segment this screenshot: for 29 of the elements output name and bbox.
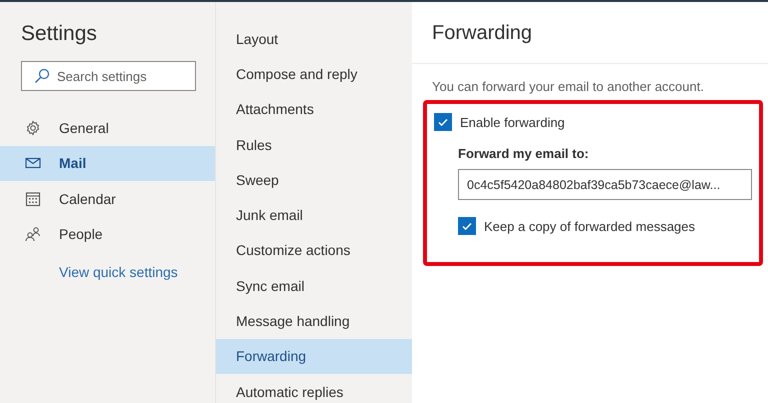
settings-title: Settings <box>20 22 98 47</box>
gear-icon <box>25 120 41 136</box>
nav-item[interactable]: Calendar <box>0 181 215 216</box>
submenu-item[interactable]: Compose and reply <box>216 56 412 92</box>
checkbox-label: Keep a copy of forwarded messages <box>484 218 696 234</box>
panel-title: Forwarding <box>432 22 532 44</box>
calendar-icon <box>25 190 41 207</box>
submenu-item[interactable]: Message handling <box>216 303 412 339</box>
submenu-item[interactable]: Sweep <box>216 162 412 198</box>
description-text: You can forward your email to another account. <box>431 79 705 94</box>
search-field[interactable]: Search settings <box>21 61 196 91</box>
submenu-item[interactable]: Automatic replies <box>216 374 412 403</box>
submenu-item[interactable]: Customize actions <box>216 232 412 268</box>
checkbox[interactable] <box>458 217 476 235</box>
submenu-item[interactable]: Forwarding <box>216 338 412 374</box>
quick-settings-link[interactable]: View quick settings <box>59 264 215 280</box>
email-input[interactable]: 0c4c5f5420a84802baf39ca5b73caece@law... <box>458 169 752 200</box>
submenu-item[interactable]: Attachments <box>216 92 412 127</box>
submenu-item[interactable]: Sync email <box>216 268 412 304</box>
submenu-item[interactable]: Rules <box>216 126 412 162</box>
nav-item[interactable]: Mail <box>0 146 215 181</box>
checkbox[interactable] <box>434 113 452 131</box>
field-label: Forward my email to: <box>458 146 590 161</box>
nav-item[interactable]: People <box>0 216 215 252</box>
nav-item[interactable]: General <box>0 110 215 146</box>
submenu-item[interactable]: Layout <box>216 21 412 56</box>
people-icon <box>25 226 41 242</box>
submenu-item[interactable]: Junk email <box>216 197 412 233</box>
checkbox-label: Enable forwarding <box>460 114 565 130</box>
